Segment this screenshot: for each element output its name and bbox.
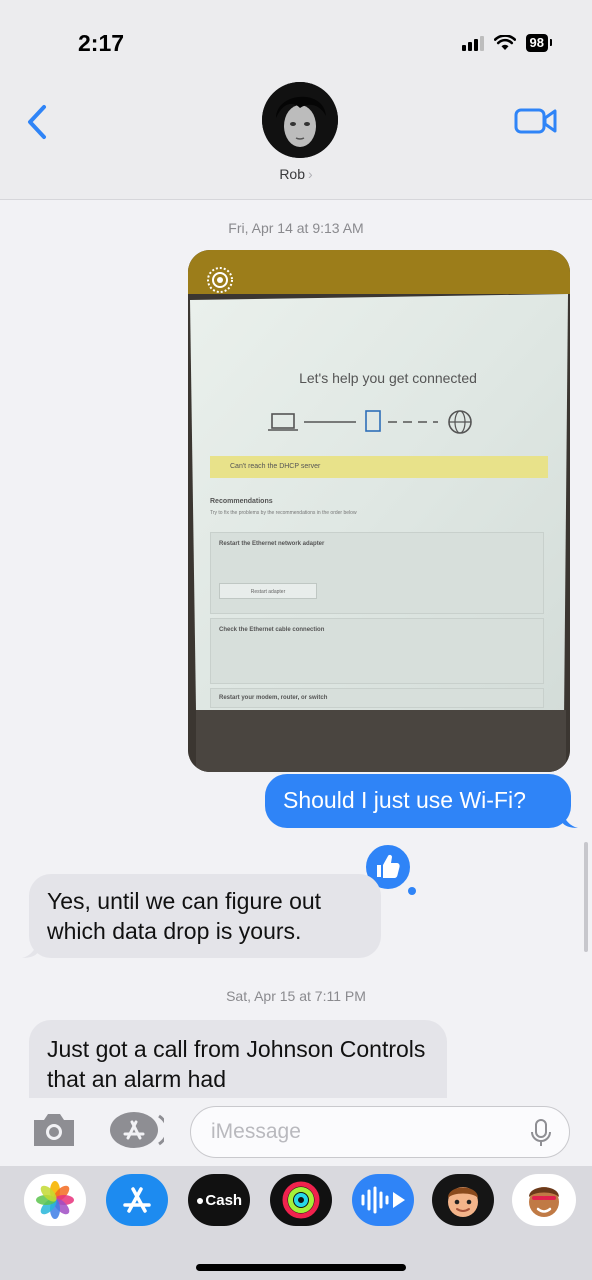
- card-title: Restart the Ethernet network adapter: [219, 541, 325, 547]
- facetime-video-button[interactable]: [514, 106, 558, 136]
- photos-icon: [36, 1181, 74, 1219]
- app-store-app-button[interactable]: [106, 1174, 168, 1226]
- status-icons: 98: [461, 34, 553, 52]
- app-store-icon: [123, 1187, 151, 1213]
- activity-rings-icon: [282, 1181, 320, 1219]
- home-indicator[interactable]: [196, 1264, 406, 1271]
- photo-screen-recommendations-title: Recommendations: [210, 498, 273, 505]
- chevron-left-icon: [28, 105, 46, 139]
- message-text: Should I just use Wi-Fi?: [283, 787, 526, 813]
- contact-name-button[interactable]: Rob ›: [0, 166, 592, 182]
- contact-name: Rob: [279, 166, 305, 182]
- memoji-face-icon: [448, 1187, 478, 1217]
- live-photo-icon: [207, 267, 233, 293]
- apps-button[interactable]: [108, 1110, 169, 1150]
- animoji-app-button[interactable]: [512, 1174, 576, 1226]
- battery-indicator: 98: [525, 34, 553, 52]
- message-input[interactable]: [190, 1106, 570, 1158]
- photo-screen-recommendations-sub: Try to fix the problems by the recommend…: [210, 510, 357, 516]
- incoming-message-bubble[interactable]: Yes, until we can figure out which data …: [29, 874, 381, 958]
- cellular-signal-icon: [461, 35, 484, 51]
- message-timestamp: Fri, Apr 14 at 9:13 AM: [228, 220, 364, 236]
- photo-screen-heading: Let's help you get connected: [299, 370, 477, 386]
- outgoing-message-bubble[interactable]: Should I just use Wi-Fi?: [265, 774, 571, 828]
- conversation-header: Rob ›: [0, 80, 592, 200]
- avatar-photo: [262, 82, 338, 158]
- photo-screen-card: Restart the Ethernet network adapter Res…: [210, 532, 544, 614]
- photos-app-button[interactable]: [24, 1174, 86, 1226]
- apple-logo-icon: ●: [195, 1192, 205, 1208]
- message-timestamp: Sat, Apr 15 at 7:11 PM: [226, 988, 366, 1004]
- apple-cash-app-button[interactable]: ● Cash: [188, 1174, 250, 1226]
- wifi-icon: [493, 35, 516, 50]
- animoji-face-icon: [529, 1187, 559, 1217]
- video-camera-icon: [514, 108, 557, 134]
- bubble-tail: [22, 940, 38, 958]
- network-diagram: [268, 410, 472, 434]
- card-title: Restart your modem, router, or switch: [219, 695, 328, 701]
- photo-screen-alert: Can't reach the DHCP server: [210, 456, 548, 478]
- app-store-icon: [110, 1112, 169, 1148]
- status-bar: 2:17 98: [0, 0, 592, 80]
- status-time: 2:17: [78, 30, 125, 56]
- audio-message-app-button[interactable]: [352, 1174, 414, 1226]
- camera-icon: [34, 1114, 74, 1146]
- photo-screen-card: Check the Ethernet cable connection: [210, 618, 544, 684]
- message-text: Yes, until we can figure out which data …: [47, 888, 322, 944]
- apple-cash-label: Cash: [205, 1191, 243, 1209]
- chevron-right-icon: ›: [308, 166, 313, 182]
- photo-screen-card: Restart your modem, router, or switch: [210, 688, 544, 708]
- alert-text: Can't reach the DHCP server: [230, 463, 321, 470]
- imessage-app-drawer: ● Cash: [0, 1166, 592, 1280]
- audio-waveform-icon: [361, 1186, 405, 1214]
- bubble-tail: [562, 810, 578, 828]
- microphone-icon: [531, 1119, 551, 1146]
- back-button[interactable]: [26, 102, 56, 142]
- memoji-app-button[interactable]: [432, 1174, 494, 1226]
- scroll-indicator[interactable]: [584, 842, 588, 952]
- dictation-button[interactable]: [528, 1118, 554, 1148]
- camera-button[interactable]: [30, 1110, 78, 1150]
- fitness-app-button[interactable]: [270, 1174, 332, 1226]
- card-button: Restart adapter: [219, 583, 317, 599]
- card-title: Check the Ethernet cable connection: [219, 627, 325, 633]
- photo-message[interactable]: Let's help you get connected Can't reach…: [188, 250, 570, 772]
- message-text: Just got a call from Johnson Controls th…: [47, 1036, 426, 1092]
- contact-avatar[interactable]: [262, 82, 338, 158]
- compose-bar: [0, 1098, 592, 1166]
